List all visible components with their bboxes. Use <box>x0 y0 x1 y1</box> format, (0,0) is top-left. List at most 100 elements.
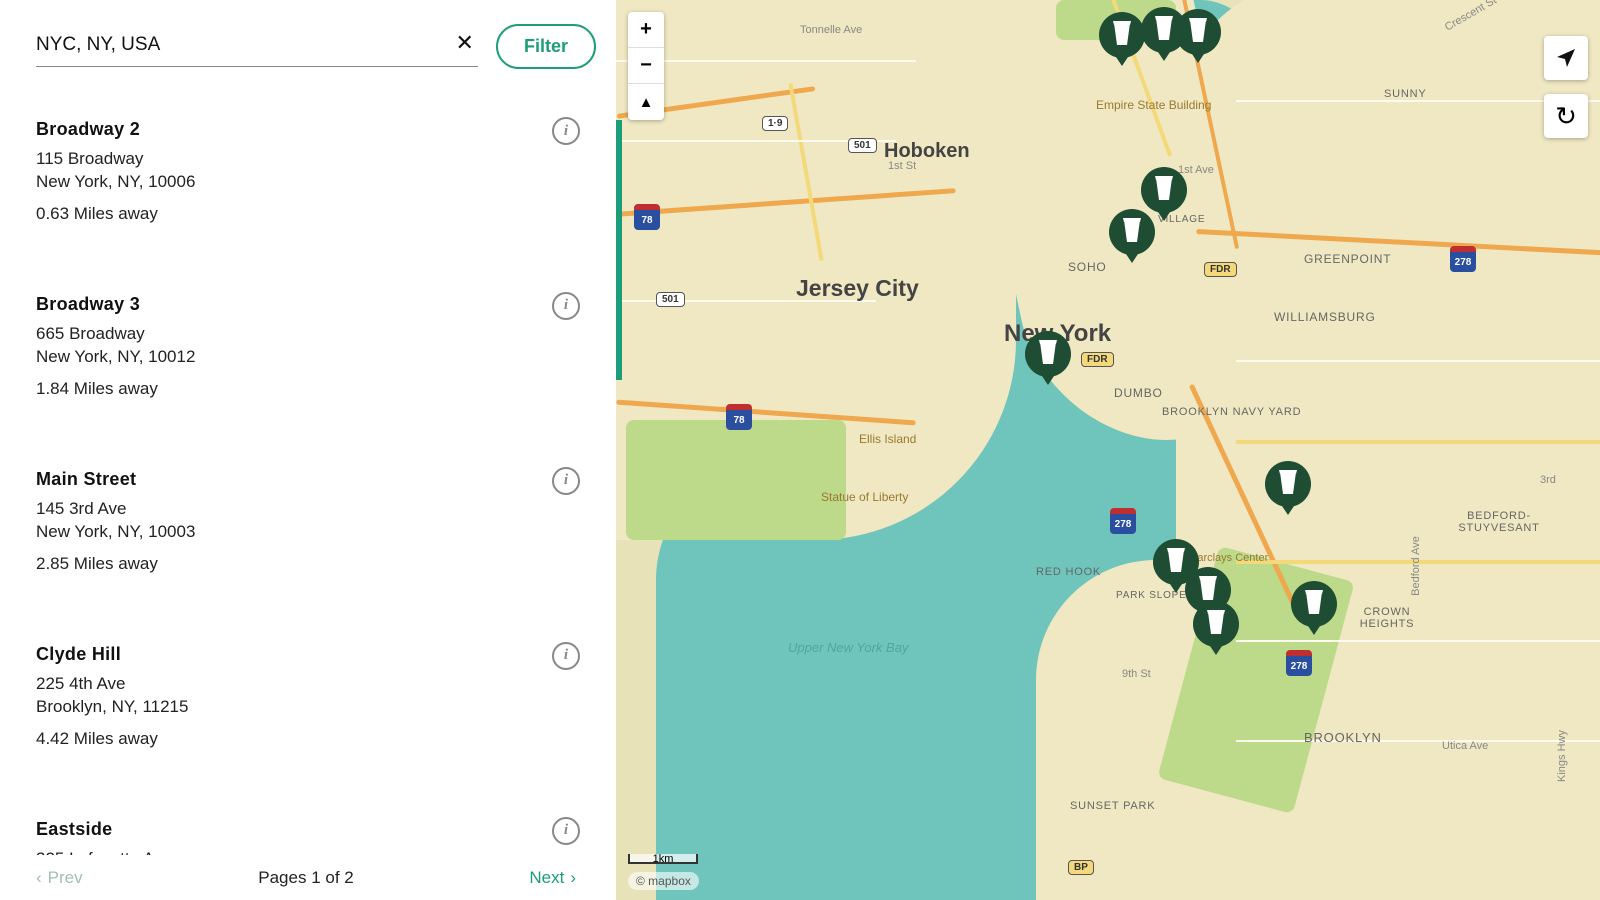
info-icon: i <box>564 297 568 313</box>
result-distance: 1.84 Miles away <box>36 379 576 399</box>
shield-i278: 278 <box>1450 246 1476 272</box>
label-williamsburg: WILLIAMSBURG <box>1274 310 1376 324</box>
label-bedford: Bedford Ave <box>1410 536 1422 596</box>
info-icon: i <box>564 472 568 488</box>
result-info-button[interactable]: i <box>552 642 580 670</box>
store-marker[interactable] <box>1265 461 1311 507</box>
prev-label: Prev <box>48 868 83 888</box>
shield-i78: 78 <box>634 204 660 230</box>
map-canvas[interactable]: 1·9 501 501 78 78 278 278 278 FDR FDR BP… <box>616 0 1600 900</box>
label-greenpoint: GREENPOINT <box>1304 252 1391 266</box>
chevron-right-icon: › <box>570 868 576 888</box>
location-search-input[interactable] <box>36 26 478 67</box>
locate-me-button[interactable] <box>1544 36 1588 80</box>
result-name: Eastside <box>36 819 576 840</box>
result-address: 145 3rd AveNew York, NY, 10003 <box>36 498 576 544</box>
label-soho: SOHO <box>1068 260 1107 274</box>
info-icon: i <box>564 822 568 838</box>
results-sidebar: ✕ Filter Broadway 2115 BroadwayNew York,… <box>0 0 616 900</box>
location-arrow-icon <box>1554 46 1578 70</box>
zoom-control: + − ▲ <box>628 12 664 120</box>
result-item[interactable]: Broadway 2115 BroadwayNew York, NY, 1000… <box>36 89 616 264</box>
result-address: 225 4th AveBrooklyn, NY, 11215 <box>36 673 576 719</box>
result-name: Main Street <box>36 469 576 490</box>
compass-icon: ▲ <box>639 94 654 111</box>
label-liberty: Statue of Liberty <box>821 490 908 504</box>
cup-icon <box>1186 16 1210 49</box>
label-1st-ave: 1st Ave <box>1178 164 1214 176</box>
label-brooklyn: BROOKLYN <box>1304 730 1382 745</box>
result-name: Broadway 3 <box>36 294 576 315</box>
info-icon: i <box>564 647 568 663</box>
shield-1-9: 1·9 <box>762 116 788 131</box>
shield-i78b: 78 <box>726 404 752 430</box>
shield-bp: BP <box>1068 860 1094 875</box>
atlantic-ave <box>1236 440 1600 444</box>
store-marker[interactable] <box>1141 167 1187 213</box>
result-item[interactable]: Eastside 325 Lafayette AveBrooklyn, NY, 1… <box>36 789 616 856</box>
cup-icon <box>1152 174 1176 207</box>
result-info-button[interactable]: i <box>552 117 580 145</box>
zoom-in-button[interactable]: + <box>628 12 664 48</box>
plus-icon: + <box>640 18 652 41</box>
next-page-button[interactable]: Next › <box>529 868 576 888</box>
clear-search-button[interactable]: ✕ <box>456 32 474 54</box>
results-list: Broadway 2115 BroadwayNew York, NY, 1000… <box>0 89 616 855</box>
label-9th-st: 9th St <box>1122 668 1151 680</box>
shield-fdr2: FDR <box>1204 262 1237 277</box>
page-indicator: Pages 1 of 2 <box>258 868 353 888</box>
shield-501b: 501 <box>656 292 685 307</box>
label-3rd: 3rd <box>1540 474 1556 486</box>
refresh-map-button[interactable]: ↻ <box>1544 94 1588 138</box>
liberty-park <box>626 420 846 540</box>
scale-bar: 1km <box>628 854 698 864</box>
cup-icon <box>1302 588 1326 621</box>
label-sunny: SUNNY <box>1384 88 1427 100</box>
store-marker[interactable] <box>1175 9 1221 55</box>
label-tonnelle: Tonnelle Ave <box>800 24 862 36</box>
store-marker[interactable] <box>1099 12 1145 58</box>
result-address: 325 Lafayette AveBrooklyn, NY, 11238 <box>36 848 576 856</box>
zoom-out-button[interactable]: − <box>628 48 664 84</box>
store-marker[interactable] <box>1291 581 1337 627</box>
result-info-button[interactable]: i <box>552 467 580 495</box>
cup-icon <box>1036 338 1060 371</box>
label-kings: Kings Hwy <box>1556 730 1568 782</box>
label-navy-yard: BROOKLYN NAVY YARD <box>1162 406 1301 418</box>
store-marker[interactable] <box>1025 331 1071 377</box>
shield-i278b: 278 <box>1110 508 1136 534</box>
store-marker[interactable] <box>1109 209 1155 255</box>
search-wrap: ✕ <box>36 26 478 67</box>
shield-501: 501 <box>848 138 877 153</box>
refresh-icon: ↻ <box>1555 101 1577 132</box>
label-barclays: Barclays Center <box>1190 552 1268 564</box>
result-name: Broadway 2 <box>36 119 576 140</box>
map-scroll-indicator <box>616 120 622 380</box>
label-1st-st: 1st St <box>888 160 916 172</box>
label-bay: Upper New York Bay <box>788 640 908 655</box>
minus-icon: − <box>640 54 652 77</box>
shield-i278c: 278 <box>1286 650 1312 676</box>
label-utica: Utica Ave <box>1442 740 1488 752</box>
result-distance: 4.42 Miles away <box>36 729 576 749</box>
result-item[interactable]: Broadway 3665 BroadwayNew York, NY, 1001… <box>36 264 616 439</box>
compass-reset-button[interactable]: ▲ <box>628 84 664 120</box>
result-item[interactable]: Main Street 145 3rd AveNew York, NY, 1000… <box>36 439 616 614</box>
info-icon: i <box>564 123 568 139</box>
cup-icon <box>1276 468 1300 501</box>
map-attribution: © mapbox <box>628 872 699 890</box>
label-dumbo: DUMBO <box>1114 386 1163 400</box>
result-info-button[interactable]: i <box>552 292 580 320</box>
label-ellis: Ellis Island <box>859 432 916 446</box>
prev-page-button[interactable]: ‹ Prev <box>36 868 83 888</box>
result-item[interactable]: Clyde Hill 225 4th AveBrooklyn, NY, 11215… <box>36 614 616 789</box>
store-marker[interactable] <box>1193 601 1239 647</box>
label-red-hook: RED HOOK <box>1036 566 1101 578</box>
result-name: Clyde Hill <box>36 644 576 665</box>
filter-button[interactable]: Filter <box>496 24 596 69</box>
cup-icon <box>1204 608 1228 641</box>
next-label: Next <box>529 868 564 888</box>
result-info-button[interactable]: i <box>552 817 580 845</box>
cup-icon <box>1120 216 1144 249</box>
label-bedstuy: BEDFORD-STUYVESANT <box>1454 510 1544 534</box>
